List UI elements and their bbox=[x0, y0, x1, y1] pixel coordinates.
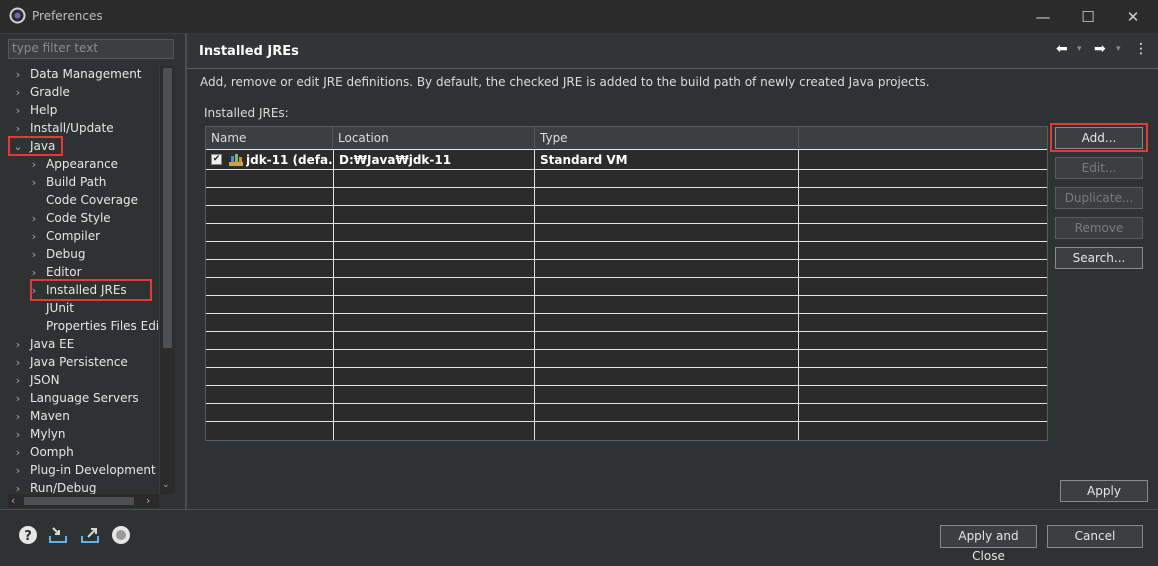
column-header-location[interactable]: Location bbox=[333, 127, 535, 149]
window-title: Preferences bbox=[32, 9, 103, 23]
tree-item-label: Oomph bbox=[30, 445, 74, 459]
chevron-right-icon[interactable]: › bbox=[12, 102, 24, 120]
tree-item-label: Code Style bbox=[46, 211, 111, 225]
chevron-right-icon[interactable]: › bbox=[28, 156, 40, 174]
table-column-line bbox=[333, 149, 334, 440]
tree-horizontal-scrollbar[interactable]: ‹ › bbox=[8, 494, 159, 508]
table-column-line bbox=[534, 149, 535, 440]
page-header: Installed JREs ⬅ ▾ ➡ ▾ ⋮ bbox=[187, 33, 1158, 69]
import-icon[interactable] bbox=[47, 524, 69, 546]
panel-divider bbox=[185, 33, 187, 509]
chevron-right-icon[interactable]: › bbox=[12, 66, 24, 84]
filter-input[interactable]: type filter text bbox=[8, 39, 174, 59]
chevron-right-icon[interactable]: › bbox=[12, 408, 24, 426]
cancel-button[interactable]: Cancel bbox=[1047, 525, 1143, 548]
chevron-right-icon[interactable]: › bbox=[12, 462, 24, 480]
back-arrow-icon[interactable]: ⬅ bbox=[1056, 41, 1068, 57]
chevron-right-icon[interactable]: › bbox=[12, 372, 24, 390]
export-icon[interactable] bbox=[79, 524, 101, 546]
title-bar: Preferences — ☐ ✕ bbox=[0, 0, 1158, 34]
chevron-right-icon[interactable]: › bbox=[12, 426, 24, 444]
help-icon[interactable]: ? bbox=[17, 524, 39, 546]
back-menu-chevron-icon[interactable]: ▾ bbox=[1077, 44, 1082, 54]
jre-type-cell[interactable]: Standard VM bbox=[540, 151, 795, 169]
jre-library-icon bbox=[229, 154, 243, 166]
edit-button[interactable]: Edit... bbox=[1055, 157, 1143, 179]
chevron-right-icon[interactable]: › bbox=[12, 444, 24, 462]
forward-arrow-icon[interactable]: ➡ bbox=[1094, 41, 1106, 57]
svg-text:?: ? bbox=[24, 529, 32, 544]
scroll-thumb[interactable] bbox=[163, 68, 172, 348]
tree-item-label: Data Management bbox=[30, 67, 142, 81]
chevron-right-icon[interactable]: › bbox=[12, 480, 24, 494]
tree-item-label: Code Coverage bbox=[46, 193, 139, 207]
installed-jres-label: Installed JREs: bbox=[204, 106, 289, 120]
table-column-line bbox=[798, 149, 799, 440]
tree-item-label: Mylyn bbox=[30, 427, 66, 441]
maximize-button[interactable]: ☐ bbox=[1065, 0, 1111, 33]
chevron-right-icon[interactable]: › bbox=[12, 354, 24, 372]
tree-item-label: Install/Update bbox=[30, 121, 114, 135]
jre-checkbox[interactable]: ✔ bbox=[211, 154, 222, 165]
minimize-button[interactable]: — bbox=[1020, 0, 1066, 33]
tree-item-label: Run/Debug bbox=[30, 481, 97, 494]
column-header-name[interactable]: Name bbox=[206, 127, 333, 149]
add-button[interactable]: Add... bbox=[1055, 127, 1143, 149]
tree-item-label: Build Path bbox=[46, 175, 107, 189]
chevron-right-icon[interactable]: › bbox=[12, 336, 24, 354]
page-title: Installed JREs bbox=[199, 44, 299, 59]
forward-menu-chevron-icon[interactable]: ▾ bbox=[1116, 44, 1121, 54]
tree-item-label: Gradle bbox=[30, 85, 70, 99]
tree-item-label: Plug-in Development bbox=[30, 463, 156, 477]
tree-item-label: Java Persistence bbox=[30, 355, 128, 369]
jre-location-cell[interactable]: D:₩Java₩jdk-11 bbox=[339, 151, 533, 169]
search-button[interactable]: Search... bbox=[1055, 247, 1143, 269]
tree-item-label: JSON bbox=[30, 373, 60, 387]
scroll-down-arrow-icon[interactable]: ⌄ bbox=[162, 480, 170, 490]
view-menu-icon[interactable]: ⋮ bbox=[1134, 41, 1148, 57]
installed-jres-highlight-box bbox=[30, 279, 152, 301]
chevron-right-icon[interactable]: › bbox=[28, 228, 40, 246]
page-description: Add, remove or edit JRE definitions. By … bbox=[200, 75, 930, 89]
tree-item-label: Debug bbox=[46, 247, 86, 261]
scroll-thumb[interactable] bbox=[24, 497, 134, 505]
close-button[interactable]: ✕ bbox=[1110, 0, 1156, 33]
duplicate-button[interactable]: Duplicate... bbox=[1055, 187, 1143, 209]
scroll-right-arrow-icon[interactable]: › bbox=[146, 494, 150, 507]
tree-item-label: JUnit bbox=[46, 301, 74, 315]
scroll-left-arrow-icon[interactable]: ‹ bbox=[11, 494, 15, 507]
tree-item-label: Java EE bbox=[30, 337, 75, 351]
record-icon[interactable] bbox=[110, 524, 132, 546]
tree-item-label: Compiler bbox=[46, 229, 101, 243]
chevron-right-icon[interactable]: › bbox=[12, 84, 24, 102]
column-header-extra[interactable] bbox=[799, 127, 1047, 149]
preferences-app-icon bbox=[9, 7, 26, 24]
apply-and-close-button[interactable]: Apply and Close bbox=[940, 525, 1037, 563]
tree-item-label: Properties Files Edito bbox=[46, 319, 159, 333]
tree-item-label: Appearance bbox=[46, 157, 119, 171]
java-highlight-box bbox=[8, 136, 63, 156]
remove-button[interactable]: Remove bbox=[1055, 217, 1143, 239]
tree-vertical-scrollbar[interactable]: ⌄ bbox=[159, 66, 175, 494]
jre-name-cell[interactable]: jdk-11 (defa... bbox=[246, 151, 332, 169]
apply-button[interactable]: Apply bbox=[1060, 480, 1148, 502]
tree-item-label: Maven bbox=[30, 409, 70, 423]
chevron-right-icon[interactable]: › bbox=[12, 390, 24, 408]
chevron-right-icon[interactable]: › bbox=[28, 246, 40, 264]
jre-table[interactable]: Name Location Type ✔ jdk-11 (defa... D:₩… bbox=[205, 126, 1048, 441]
column-header-type[interactable]: Type bbox=[535, 127, 799, 149]
tree-item-label: Help bbox=[30, 103, 58, 117]
tree-item-label: Language Servers bbox=[30, 391, 139, 405]
chevron-right-icon[interactable]: › bbox=[28, 210, 40, 228]
chevron-right-icon[interactable]: › bbox=[28, 174, 40, 192]
